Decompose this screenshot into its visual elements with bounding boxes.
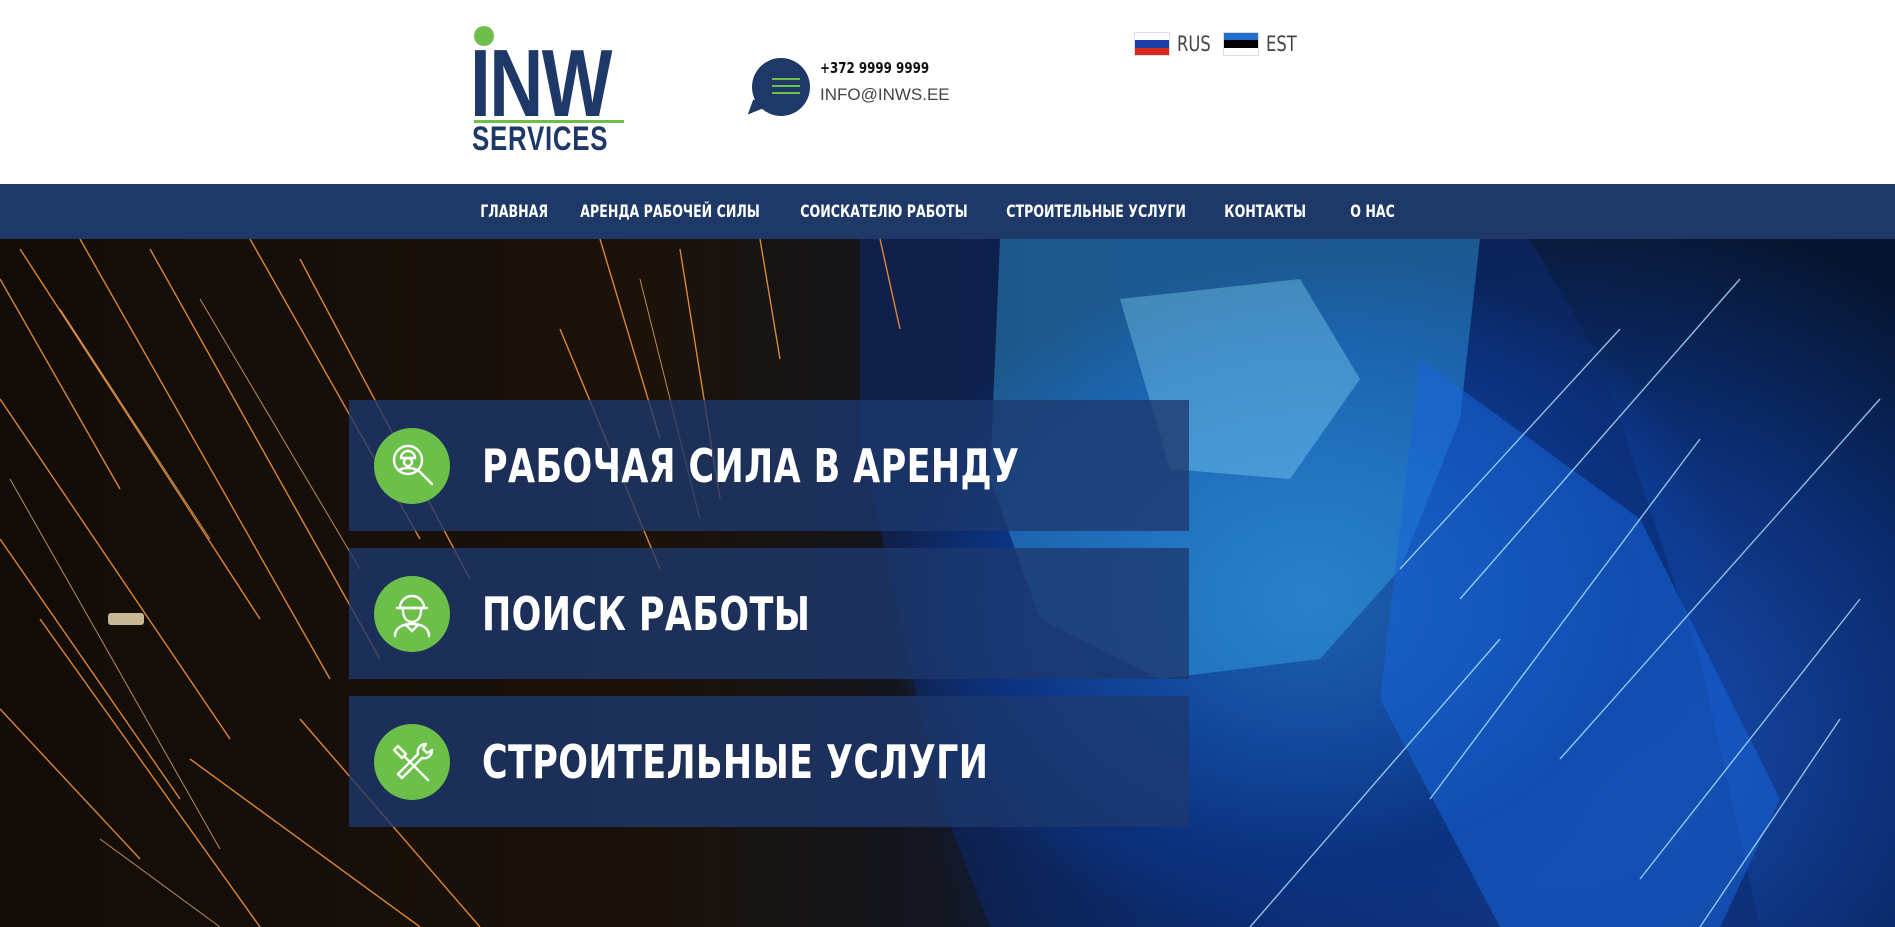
- service-label: СТРОИТЕЛЬНЫЕ УСЛУГИ: [482, 734, 989, 789]
- main-nav: ГЛАВНАЯ АРЕНДА РАБОЧЕЙ СИЛЫ СОИСКАТЕЛЮ Р…: [0, 184, 1895, 239]
- worker-search-icon: [374, 427, 450, 504]
- nav-item-job-seekers[interactable]: СОИСКАТЕЛЮ РАБОТЫ: [784, 202, 984, 222]
- hero-banner: РАБОЧАЯ СИЛА В АРЕНДУ ПОИСК РАБОТЫ СТРОИ…: [0, 239, 1895, 927]
- service-labor-rental[interactable]: РАБОЧАЯ СИЛА В АРЕНДУ: [349, 400, 1189, 531]
- logo-main-text: INW: [470, 30, 612, 137]
- service-construction[interactable]: СТРОИТЕЛЬНЫЕ УСЛУГИ: [349, 696, 1189, 827]
- worker-helmet-icon: [374, 575, 450, 652]
- nav-item-construction[interactable]: СТРОИТЕЛЬНЫЕ УСЛУГИ: [990, 202, 1202, 222]
- phone-link[interactable]: +372 9999 9999: [820, 59, 929, 77]
- service-label: ПОИСК РАБОТЫ: [482, 586, 811, 641]
- site-logo[interactable]: INW SERVICES: [470, 24, 630, 158]
- estonia-flag-icon: [1224, 33, 1258, 55]
- service-job-search[interactable]: ПОИСК РАБОТЫ: [349, 548, 1189, 679]
- service-label: РАБОЧАЯ СИЛА В АРЕНДУ: [482, 438, 1020, 493]
- tools-icon: [374, 723, 450, 800]
- email-link[interactable]: INFO@INWS.EE: [820, 85, 950, 105]
- nav-item-home[interactable]: ГЛАВНАЯ: [464, 202, 564, 222]
- language-est[interactable]: EST: [1224, 30, 1305, 58]
- language-label: RUS: [1177, 32, 1211, 56]
- language-label: EST: [1266, 32, 1297, 56]
- nav-item-about[interactable]: О НАС: [1334, 202, 1411, 222]
- chat-icon: [752, 58, 810, 116]
- logo-sub-text: SERVICES: [472, 120, 609, 158]
- nav-item-contacts[interactable]: КОНТАКТЫ: [1208, 202, 1322, 222]
- nav-item-labor-rental[interactable]: АРЕНДА РАБОЧЕЙ СИЛЫ: [564, 202, 776, 222]
- russia-flag-icon: [1135, 33, 1169, 55]
- language-rus[interactable]: RUS: [1135, 30, 1220, 58]
- site-header: INW SERVICES +372 9999 9999 INFO@INWS.EE…: [0, 0, 1895, 184]
